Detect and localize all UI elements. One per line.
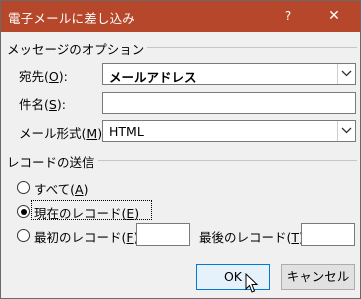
format-dropdown[interactable]: HTML bbox=[102, 120, 356, 142]
radio-record-range-label[interactable]: 最初のレコード(F): bbox=[34, 227, 143, 246]
mail-merge-dialog: 電子メールに差し込み ? ✕ メッセージのオプション 宛先(O): メールアドレ… bbox=[0, 0, 361, 299]
radio-all-label[interactable]: すべて(A) bbox=[34, 179, 88, 198]
dialog-title: 電子メールに差し込み bbox=[8, 11, 136, 26]
radio-current-record-label[interactable]: 現在のレコード(E) bbox=[34, 203, 139, 222]
to-record-label: 最後のレコード(T): bbox=[199, 230, 308, 245]
radio-all[interactable] bbox=[17, 181, 30, 194]
chevron-down-icon[interactable] bbox=[337, 64, 355, 84]
chevron-down-icon[interactable] bbox=[337, 121, 355, 141]
to-label: 宛先(O): bbox=[19, 69, 68, 84]
to-dropdown[interactable]: メールアドレス bbox=[102, 63, 356, 85]
radio-current-record[interactable] bbox=[17, 205, 30, 218]
subject-label: 件名(S): bbox=[19, 97, 66, 112]
subject-input[interactable] bbox=[102, 92, 356, 114]
cancel-button[interactable]: キャンセル bbox=[281, 264, 355, 290]
format-label: メール形式(M): bbox=[19, 126, 106, 141]
title-bar: 電子メールに差し込み ? ✕ bbox=[1, 1, 360, 32]
close-button[interactable]: ✕ bbox=[319, 1, 349, 32]
radio-record-range[interactable] bbox=[17, 229, 30, 242]
options-group-label: メッセージのオプション bbox=[7, 39, 148, 58]
from-record-input[interactable] bbox=[136, 223, 190, 246]
to-record-input[interactable] bbox=[301, 223, 355, 246]
to-dropdown-value: メールアドレス bbox=[109, 70, 197, 85]
mouse-cursor-icon bbox=[245, 273, 259, 293]
format-dropdown-value: HTML bbox=[109, 124, 144, 139]
help-button[interactable]: ? bbox=[273, 1, 303, 32]
records-group-label: レコードの送信 bbox=[7, 152, 98, 171]
